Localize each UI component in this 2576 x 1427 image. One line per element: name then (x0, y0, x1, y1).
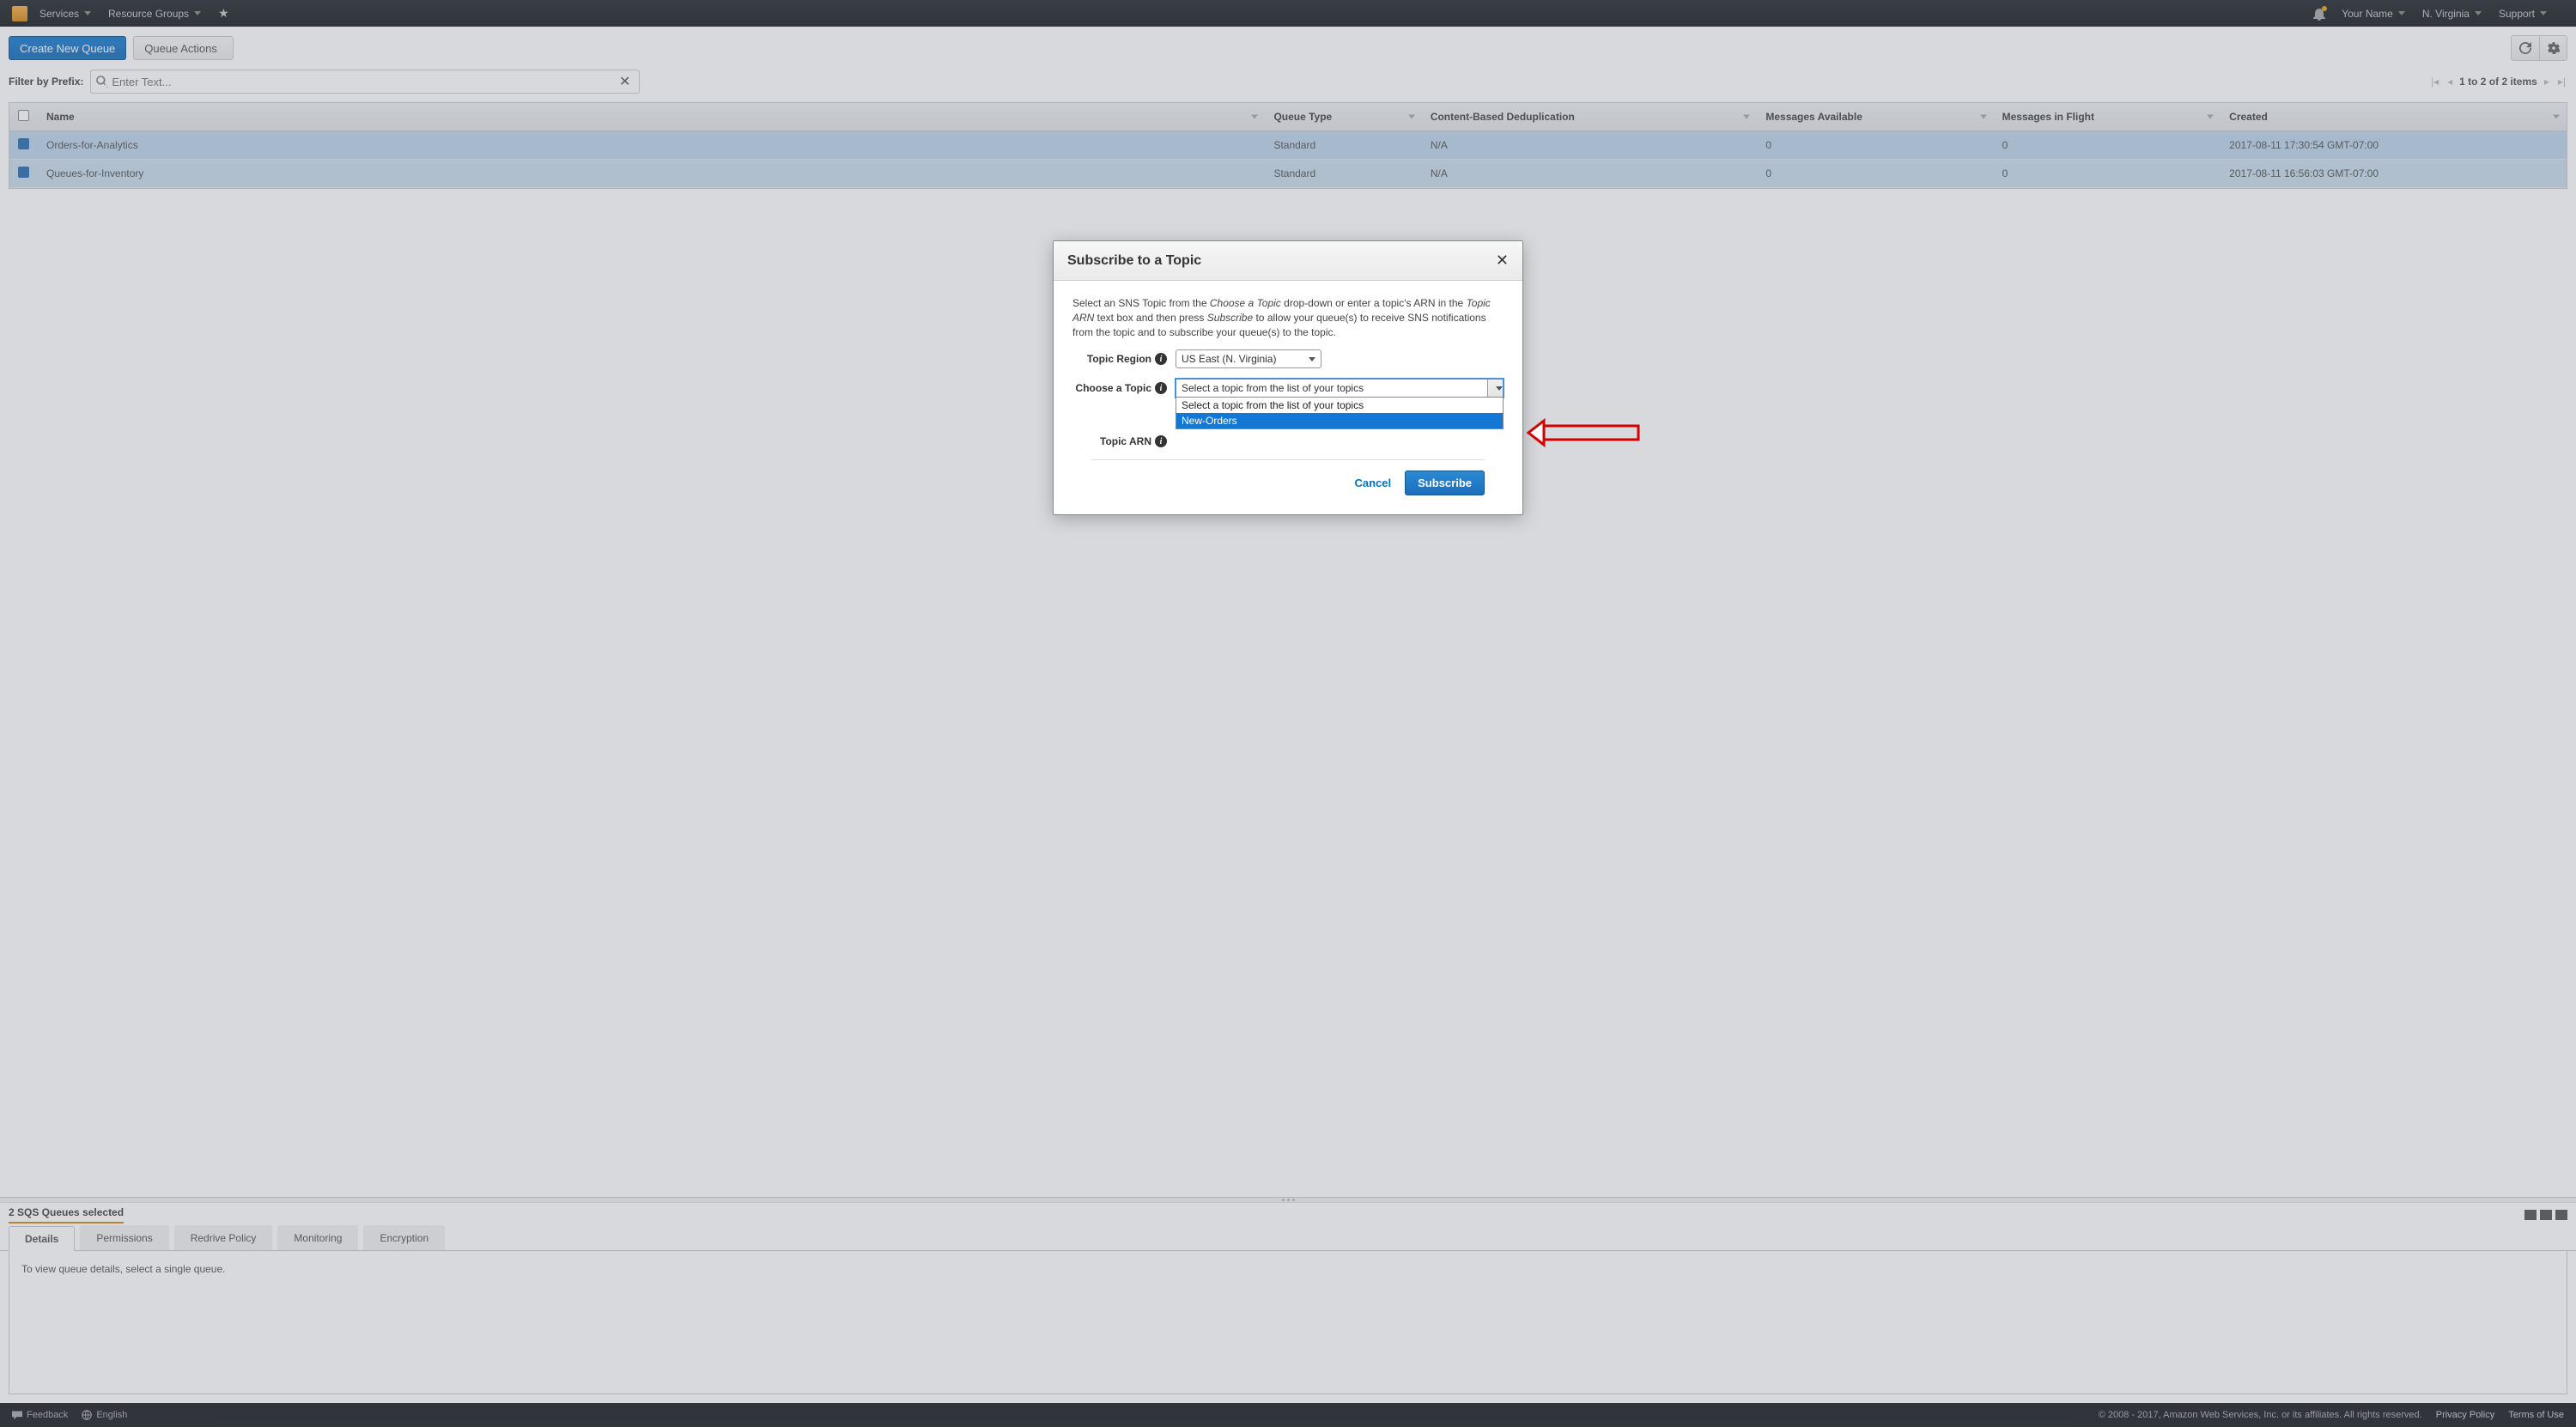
modal-header: Subscribe to a Topic ✕ (1054, 241, 1522, 281)
modal-title: Subscribe to a Topic (1067, 253, 1201, 269)
modal-footer: Cancel Subscribe (1091, 459, 1485, 506)
topic-option-placeholder[interactable]: Select a topic from the list of your top… (1176, 398, 1503, 413)
topic-option-new-orders[interactable]: New-Orders (1176, 413, 1503, 428)
dropdown-button-icon[interactable] (1487, 380, 1503, 397)
label-choose-topic: Choose a Topic (1076, 382, 1151, 394)
topic-region-select[interactable]: US East (N. Virginia) (1176, 349, 1321, 368)
info-icon[interactable]: i (1155, 353, 1167, 365)
caret-icon (1496, 386, 1503, 391)
choose-topic-select[interactable]: Select a topic from the list of your top… (1176, 379, 1504, 398)
topic-region-value: US East (N. Virginia) (1182, 353, 1276, 365)
subscribe-button[interactable]: Subscribe (1405, 471, 1485, 495)
subscribe-modal: Subscribe to a Topic ✕ Select an SNS Top… (1053, 240, 1523, 515)
modal-body: Select an SNS Topic from the Choose a To… (1054, 281, 1522, 514)
info-icon[interactable]: i (1155, 382, 1167, 394)
row-topic-arn: Topic ARN i (1072, 435, 1504, 447)
info-icon[interactable]: i (1155, 435, 1167, 447)
choose-topic-value: Select a topic from the list of your top… (1182, 382, 1364, 394)
modal-close-icon[interactable]: ✕ (1496, 252, 1509, 270)
modal-overlay[interactable] (0, 0, 2576, 1427)
label-topic-region: Topic Region (1087, 353, 1151, 365)
caret-icon (1309, 357, 1315, 361)
label-topic-arn: Topic ARN (1100, 435, 1151, 447)
choose-topic-dropdown: Select a topic from the list of your top… (1176, 397, 1504, 429)
cancel-button[interactable]: Cancel (1355, 477, 1392, 489)
row-topic-region: Topic Region i US East (N. Virginia) (1072, 349, 1504, 368)
row-choose-topic: Choose a Topic i Select a topic from the … (1072, 379, 1504, 398)
modal-description: Select an SNS Topic from the Choose a To… (1072, 296, 1504, 339)
